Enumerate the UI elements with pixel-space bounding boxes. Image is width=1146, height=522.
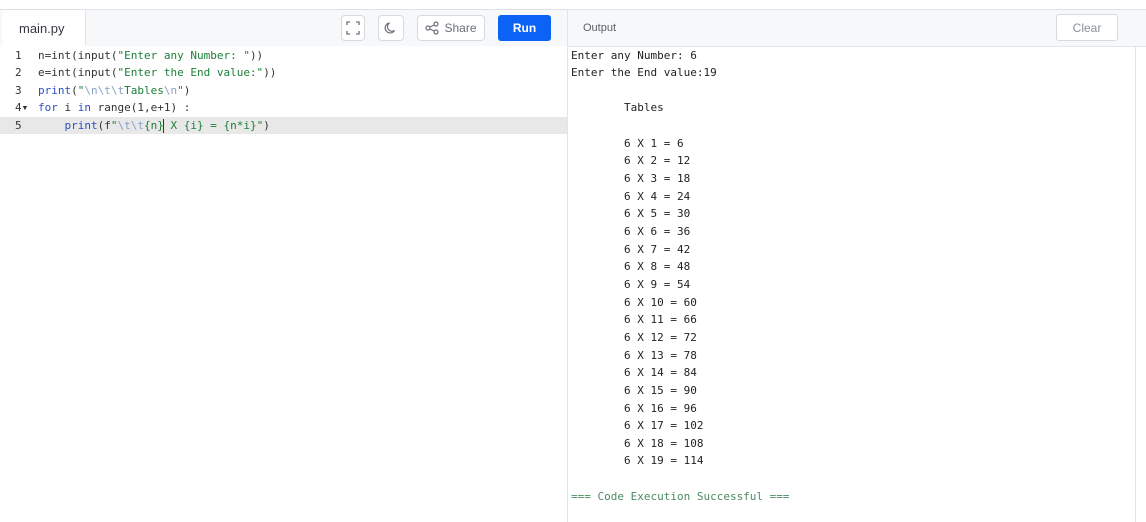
share-button[interactable]: Share — [417, 15, 485, 41]
output-line: Tables — [571, 101, 664, 115]
share-icon — [425, 21, 440, 35]
output-line: 6 X 12 = 72 — [571, 330, 697, 344]
output-line: 6 X 1 = 6 — [571, 136, 684, 150]
code-text: n=int(input("Enter any Number: ")) — [38, 47, 263, 64]
run-label: Run — [512, 21, 537, 35]
code-token: range(1,e+1) : — [91, 101, 191, 115]
output-line: 6 X 13 = 78 — [571, 348, 697, 362]
code-line[interactable]: 1 n=int(input("Enter any Number: ")) — [0, 47, 567, 64]
code-token: n=int(input( — [38, 48, 118, 62]
clear-button[interactable]: Clear — [1056, 14, 1118, 41]
output-line: Enter any Number: 6 — [571, 48, 697, 62]
output-line: 6 X 19 = 114 — [571, 454, 704, 468]
clear-label: Clear — [1072, 20, 1102, 35]
theme-toggle-button[interactable] — [378, 15, 404, 41]
code-token: \t\t — [117, 118, 145, 132]
code-line[interactable]: 5 print(f"\t\t{n} X {i} = {n*i}") — [0, 116, 567, 134]
code-token: ) — [263, 118, 270, 132]
output-line: 6 X 4 = 24 — [571, 189, 691, 203]
share-label: Share — [444, 21, 477, 35]
output-line: 6 X 9 = 54 — [571, 277, 691, 291]
output-title: Output — [583, 22, 617, 34]
output-line: 6 X 7 = 42 — [571, 242, 691, 256]
code-line[interactable]: 3 print("\n\t\tTables\n") — [0, 82, 567, 99]
moon-icon — [384, 21, 398, 35]
code-text: e=int(input("Enter the End value:")) — [38, 64, 276, 81]
output-right-border — [1135, 46, 1136, 522]
code-token: \n\t\t — [84, 83, 125, 97]
output-line: 6 X 8 = 48 — [571, 260, 691, 274]
output-console: Enter any Number: 6 Enter the End value:1… — [571, 46, 1131, 522]
code-token: (f — [97, 118, 111, 132]
code-token: "Enter the End value:" — [117, 66, 264, 80]
output-line: 6 X 18 = 108 — [571, 436, 704, 450]
code-editor[interactable]: 1 n=int(input("Enter any Number: ")) 2 e=in… — [0, 46, 567, 522]
code-token: " — [110, 118, 118, 132]
output-line: 6 X 10 = 60 — [571, 295, 697, 309]
code-token: ) — [183, 83, 191, 97]
fullscreen-icon — [346, 21, 360, 35]
code-token: )) — [249, 48, 264, 62]
code-token: )) — [263, 66, 277, 80]
code-token: Tables — [124, 83, 164, 97]
line-number: 1 — [15, 48, 22, 62]
output-line: 6 X 6 = 36 — [571, 225, 691, 238]
line-number[interactable]: 4▾ — [15, 99, 33, 116]
toolbar — [0, 10, 1146, 47]
line-number: 3 — [15, 83, 22, 97]
output-line: 6 X 16 = 96 — [571, 401, 697, 415]
code-token: "Enter any Number: " — [117, 48, 250, 62]
output-line: 6 X 15 = 90 — [571, 383, 697, 397]
code-text: print(f"\t\t{n} X {i} = {n*i}") — [38, 117, 270, 134]
code-token: for — [38, 101, 58, 115]
execution-status: === Code Execution Successful === — [571, 489, 790, 503]
code-token: {n} — [144, 118, 164, 132]
fullscreen-button[interactable] — [341, 15, 365, 41]
code-token: print — [38, 83, 72, 97]
code-token: \n — [163, 83, 178, 97]
run-button[interactable]: Run — [498, 15, 551, 41]
code-token: ( — [71, 83, 78, 97]
file-tab-label: main.py — [19, 21, 65, 36]
code-token: X {i} = {n*i}" — [163, 118, 264, 132]
pane-divider[interactable] — [567, 10, 568, 522]
output-line: 6 X 17 = 102 — [571, 419, 704, 433]
code-line[interactable]: 2 e=int(input("Enter the End value:")) — [0, 64, 567, 81]
output-line: 6 X 2 = 12 — [571, 154, 691, 168]
output-line: 6 X 11 = 66 — [571, 313, 697, 327]
code-token: i — [57, 101, 78, 115]
code-runner-app: main.py Share Run Output Clear 1 n=int(i… — [0, 0, 1146, 522]
line-number: 5 — [15, 118, 22, 132]
code-text: print("\n\t\tTables\n") — [38, 82, 190, 99]
output-line: 6 X 5 = 30 — [571, 207, 691, 221]
code-line[interactable]: 4▾ for i in range(1,e+1) : — [0, 99, 567, 116]
output-line: Enter the End value:19 — [571, 66, 717, 80]
code-token: " — [177, 83, 184, 97]
code-token: in — [77, 101, 91, 115]
line-number: 2 — [15, 66, 22, 80]
file-tab-main[interactable]: main.py — [2, 10, 86, 47]
code-token: e=int(input( — [38, 66, 118, 80]
output-line: 6 X 3 = 18 — [571, 172, 691, 186]
code-token: print — [64, 118, 98, 132]
output-line: 6 X 14 = 84 — [571, 366, 697, 380]
code-text: for i in range(1,e+1) : — [38, 99, 190, 116]
